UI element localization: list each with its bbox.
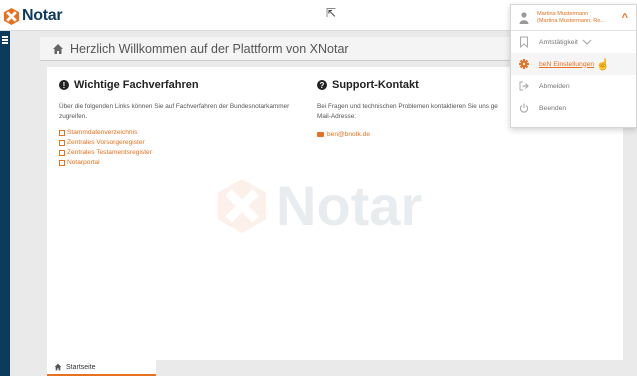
home-icon [54, 363, 62, 371]
menu-item-amtstaetigkeit[interactable]: Amtstätigkeit [511, 31, 636, 53]
tab-label: Startseite [66, 363, 96, 371]
support-title: Support-Kontakt [332, 79, 419, 91]
chevron-down-icon [582, 39, 592, 45]
question-icon: ? [317, 80, 327, 90]
menu-label: beN Einstellungen [539, 60, 595, 68]
sign-out-icon [519, 81, 529, 91]
external-link-icon [59, 150, 65, 156]
watermark-text: Notar [276, 174, 423, 237]
external-link-icon [59, 160, 65, 166]
tab-startseite[interactable]: Startseite [47, 360, 156, 376]
fachverfahren-title: Wichtige Fachverfahren [74, 79, 199, 91]
link-label: Notarportal [67, 159, 100, 166]
gear-icon [519, 59, 529, 69]
user-names: Martina Mustermann (Martina Mustermann, … [537, 11, 605, 24]
link-label: Zentrales Testamentsregister [67, 149, 152, 156]
page-title: Herzlich Willkommen auf der Plattform vo… [70, 41, 349, 56]
envelope-icon [317, 132, 324, 137]
support-email: ben@bnotk.de [327, 131, 370, 138]
menu-label: Amtstätigkeit [539, 38, 578, 46]
external-link-icon [59, 130, 65, 136]
support-text: Bei Fragen und technischen Problemen kon… [317, 102, 517, 122]
xnotar-logo-icon [3, 7, 20, 25]
fachverfahren-section: ! Wichtige Fachverfahren Über die folgen… [59, 79, 314, 168]
power-icon [519, 103, 529, 113]
brand-name: Notar [22, 7, 63, 24]
watermark-logo: Notar [212, 173, 422, 238]
user-menu-dropdown: Martina Mustermann (Martina Mustermann, … [510, 4, 637, 128]
support-section: ? Support-Kontakt Bei Fragen und technis… [317, 79, 517, 138]
support-text-line1: Bei Fragen und technischen Problemen kon… [317, 103, 498, 110]
support-text-line2: Mail-Adresse: [317, 113, 357, 120]
external-link-icon [59, 140, 65, 146]
link-stammdatenverzeichnis[interactable]: Stammdatenverzeichnis [59, 128, 314, 138]
fachverfahren-heading: ! Wichtige Fachverfahren [59, 79, 314, 91]
hand-cursor-icon: ☝ [596, 59, 610, 71]
home-icon [53, 43, 63, 54]
exclamation-icon: ! [59, 80, 69, 90]
link-testamentsregister[interactable]: Zentrales Testamentsregister [59, 148, 314, 158]
link-label: Zentrales Vorsorgeregister [67, 139, 145, 146]
support-email-link[interactable]: ben@bnotk.de [317, 131, 517, 138]
menu-item-abmelden[interactable]: Abmelden [511, 75, 636, 97]
fachverfahren-text: Über die folgenden Links können Sie auf … [59, 103, 290, 120]
menu-item-ben-einstellungen[interactable]: beN Einstellungen ☝ [511, 53, 636, 75]
user-role: (Martina Mustermann, Re... [537, 17, 606, 24]
link-vorsorgeregister[interactable]: Zentrales Vorsorgeregister [59, 138, 314, 148]
hamburger-menu-icon[interactable] [2, 36, 8, 45]
app-logo[interactable]: Notar [2, 5, 63, 27]
chevron-up-icon[interactable]: ^ [622, 12, 628, 24]
menu-label: Abmelden [539, 82, 570, 90]
menu-item-beenden[interactable]: Beenden [511, 97, 636, 119]
mouse-cursor-icon: ⇱ [326, 6, 337, 20]
menu-label: Beenden [539, 104, 567, 112]
support-heading: ? Support-Kontakt [317, 79, 517, 91]
left-sidebar [0, 31, 10, 376]
user-icon [519, 11, 529, 24]
link-label: Stammdatenverzeichnis [67, 129, 138, 136]
fachverfahren-links: Stammdatenverzeichnis Zentrales Vorsorge… [59, 128, 314, 168]
user-menu-header[interactable]: Martina Mustermann (Martina Mustermann, … [511, 5, 636, 31]
watermark-icon [218, 178, 266, 233]
link-notarportal[interactable]: Notarportal [59, 158, 314, 168]
bookmark-icon [520, 36, 528, 48]
